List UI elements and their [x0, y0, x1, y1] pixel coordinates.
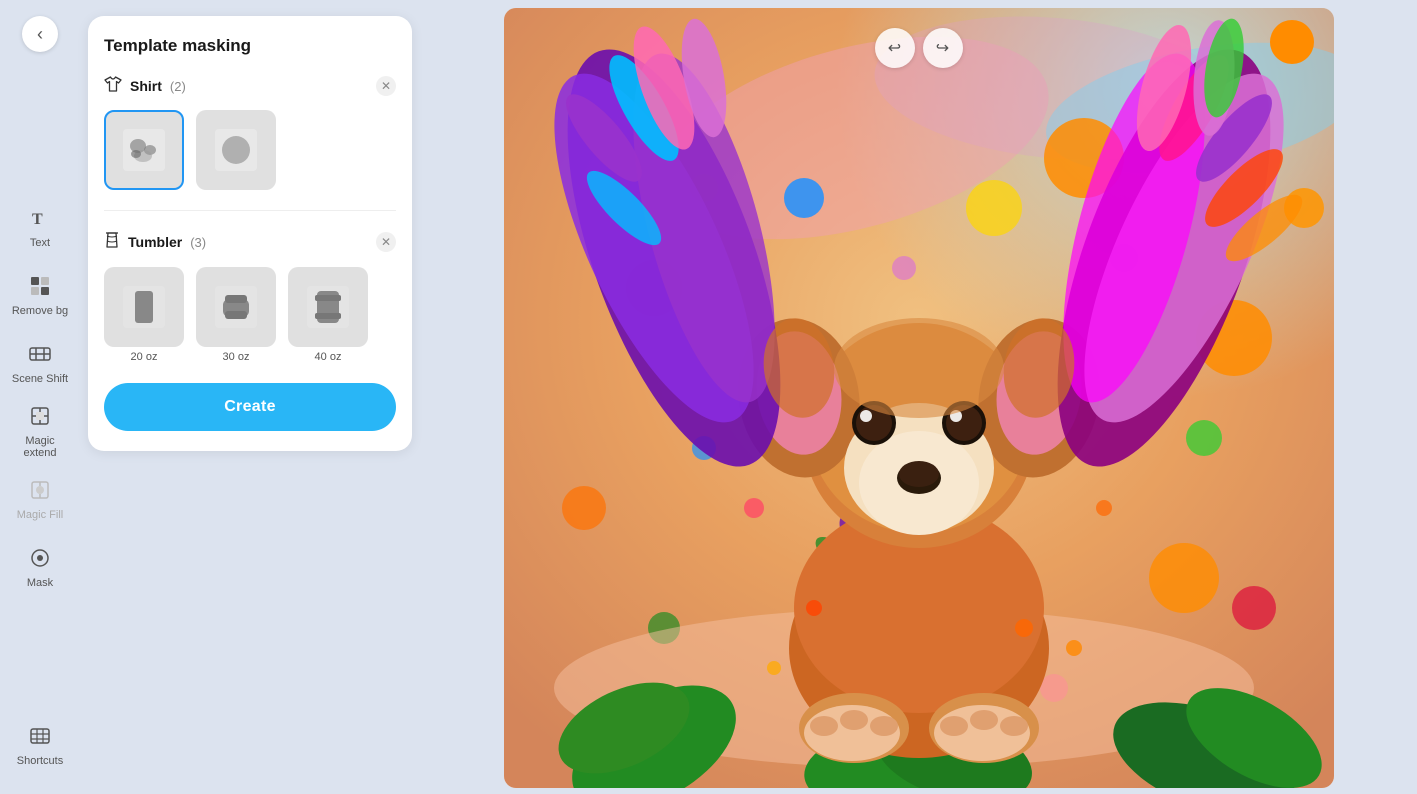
back-icon: ‹ [37, 24, 43, 45]
magic-fill-icon [29, 479, 51, 505]
tumbler-30-label: 30 oz [223, 351, 250, 363]
shirt-section-close[interactable]: ✕ [376, 76, 396, 96]
shirt-thumb-2[interactable] [196, 110, 276, 190]
tumbler-thumb-20[interactable] [104, 267, 184, 347]
scene-shift-icon [29, 343, 51, 369]
tumbler-40-label: 40 oz [315, 351, 342, 363]
sidebar-tool-magic-fill[interactable]: Magic Fill [8, 468, 72, 532]
shirt-section-header: Shirt (2) ✕ [104, 76, 396, 96]
tumbler-thumb-40[interactable] [288, 267, 368, 347]
canvas-frame: ↩ ↪ [504, 8, 1334, 788]
tumbler-section-header: Tumbler (3) ✕ [104, 231, 396, 253]
sidebar: ‹ T Text Remove bg [0, 0, 80, 794]
redo-button[interactable]: ↪ [923, 28, 963, 68]
undo-button[interactable]: ↩ [875, 28, 915, 68]
undo-icon: ↩ [888, 38, 901, 58]
sidebar-tool-magic-extend[interactable]: Magic extend [8, 400, 72, 464]
text-icon: T [29, 207, 51, 233]
text-tool-label: Text [30, 237, 50, 249]
panel-title: Template masking [104, 36, 396, 56]
panel-area: Template masking Shirt (2) ✕ [80, 0, 420, 794]
orange-circle-badge[interactable] [1270, 20, 1314, 64]
section-divider [104, 210, 396, 211]
remove-bg-tool-label: Remove bg [12, 305, 68, 317]
canvas-toolbar: ↩ ↪ [875, 28, 963, 68]
sidebar-tool-text[interactable]: T Text [8, 196, 72, 260]
mask-icon [29, 547, 51, 573]
redo-icon: ↪ [936, 38, 949, 58]
tumbler-thumb-wrapper-20: 20 oz [104, 267, 184, 363]
tumbler-thumb-wrapper-30: 30 oz [196, 267, 276, 363]
shortcuts-icon [29, 725, 51, 751]
tumbler-section-count: (3) [190, 235, 206, 250]
tumbler-thumb-30[interactable] [196, 267, 276, 347]
sidebar-tool-scene-shift[interactable]: Scene Shift [8, 332, 72, 396]
shirt-thumb-1[interactable] [104, 110, 184, 190]
shirt-section-count: (2) [170, 79, 186, 94]
magic-extend-icon [29, 405, 51, 431]
tumbler-thumb-wrapper-40: 40 oz [288, 267, 368, 363]
back-button[interactable]: ‹ [22, 16, 58, 52]
magic-fill-tool-label: Magic Fill [17, 509, 63, 521]
svg-text:T: T [32, 211, 43, 228]
shirt-icon [104, 76, 122, 96]
tumbler-section-label: Tumbler [128, 234, 182, 250]
tumbler-section-close[interactable]: ✕ [376, 232, 396, 252]
sidebar-tool-remove-bg[interactable]: Remove bg [8, 264, 72, 328]
tumbler-20-label: 20 oz [131, 351, 158, 363]
shirt-thumbnails [104, 110, 396, 190]
create-button[interactable]: Create [104, 383, 396, 431]
shirt-section-label: Shirt [130, 78, 162, 94]
tumbler-icon [104, 231, 120, 253]
sidebar-tool-mask[interactable]: Mask [8, 536, 72, 600]
mask-tool-label: Mask [27, 577, 53, 589]
magic-extend-tool-label: Magic extend [8, 435, 72, 459]
remove-bg-icon [29, 275, 51, 301]
template-masking-panel: Template masking Shirt (2) ✕ [88, 16, 412, 451]
tumbler-thumbnails: 20 oz 30 oz [104, 267, 396, 363]
dog-illustration [504, 8, 1334, 788]
scene-shift-tool-label: Scene Shift [12, 373, 68, 385]
sidebar-tool-shortcuts[interactable]: Shortcuts [8, 714, 72, 778]
shortcuts-tool-label: Shortcuts [17, 755, 63, 767]
canvas-area: ↩ ↪ [420, 0, 1417, 794]
